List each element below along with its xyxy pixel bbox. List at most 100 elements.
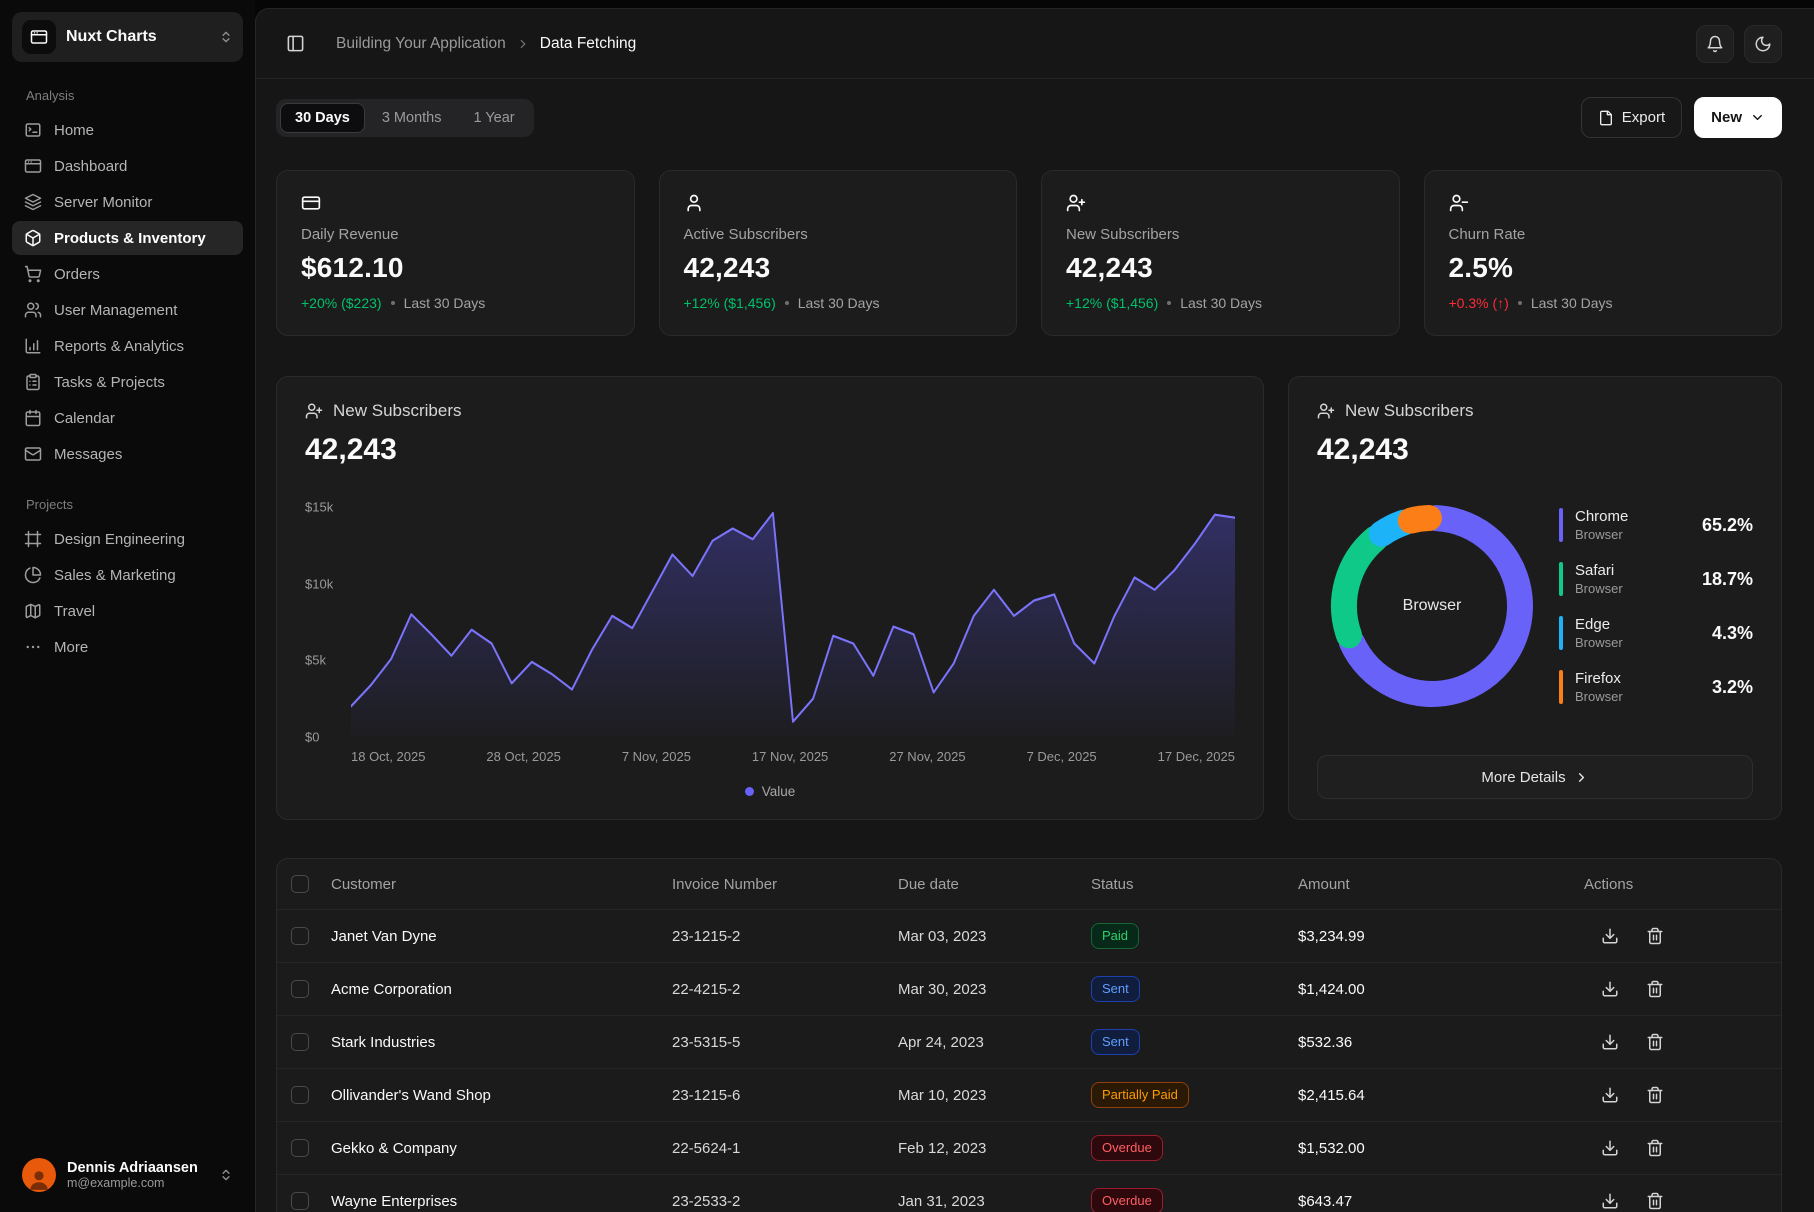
stat-period: Last 30 Days <box>1180 295 1262 311</box>
amount-cell: $1,532.00 <box>1298 1140 1584 1157</box>
customer-cell: Ollivander's Wand Shop <box>331 1087 672 1104</box>
range-tab-3-months[interactable]: 3 Months <box>367 103 457 133</box>
legend-item-edge: EdgeBrowser 4.3% <box>1559 616 1753 650</box>
column-header-due-date: Due date <box>898 876 1091 893</box>
invoices-table: Customer Invoice Number Due date Status … <box>276 858 1782 1212</box>
row-checkbox[interactable] <box>291 1192 309 1210</box>
mail-icon <box>24 445 42 463</box>
file-icon <box>1598 110 1614 126</box>
stat-card-active-subscribers: Active Subscribers 42,243 +12% ($1,456) … <box>659 170 1018 336</box>
section-label-analysis: Analysis <box>26 88 229 103</box>
delete-button[interactable] <box>1646 1192 1664 1210</box>
download-button[interactable] <box>1601 927 1619 945</box>
legend-sub: Browser <box>1575 527 1628 542</box>
download-button[interactable] <box>1601 1086 1619 1104</box>
more-details-button[interactable]: More Details <box>1317 755 1753 799</box>
row-checkbox[interactable] <box>291 927 309 945</box>
moon-icon <box>1754 35 1772 53</box>
breadcrumb-parent[interactable]: Building Your Application <box>336 35 506 53</box>
sidebar-item-home[interactable]: Home <box>12 113 243 147</box>
delete-button[interactable] <box>1646 927 1664 945</box>
delete-button[interactable] <box>1646 1139 1664 1157</box>
user-menu[interactable]: Dennis Adriaansen m@example.com <box>12 1150 243 1200</box>
row-checkbox[interactable] <box>291 1139 309 1157</box>
download-button[interactable] <box>1601 1139 1619 1157</box>
sidebar-item-travel[interactable]: Travel <box>12 594 243 628</box>
sidebar-item-orders[interactable]: Orders <box>12 257 243 291</box>
legend-item-chrome: ChromeBrowser 65.2% <box>1559 508 1753 542</box>
sidebar-item-reports-analytics[interactable]: Reports & Analytics <box>12 329 243 363</box>
sidebar-item-server-monitor[interactable]: Server Monitor <box>12 185 243 219</box>
column-header-customer: Customer <box>331 876 672 893</box>
sidebar-item-messages[interactable]: Messages <box>12 437 243 471</box>
line-chart-plot: $15k$10k$5k$0 <box>305 507 1235 737</box>
legend-label: Value <box>762 784 796 799</box>
sidebar-toggle-button[interactable] <box>276 25 314 63</box>
dot-separator <box>1518 301 1522 305</box>
sidebar-item-dashboard[interactable]: Dashboard <box>12 149 243 183</box>
legend-pct: 4.3% <box>1712 623 1753 644</box>
new-button[interactable]: New <box>1694 97 1782 138</box>
sidebar-item-label: Tasks & Projects <box>54 374 165 391</box>
delete-button[interactable] <box>1646 980 1664 998</box>
notifications-button[interactable] <box>1696 25 1734 63</box>
user-plus-icon <box>1317 402 1335 420</box>
range-tab-1-year[interactable]: 1 Year <box>458 103 529 133</box>
stat-delta: +12% ($1,456) <box>1066 295 1158 311</box>
amount-cell: $643.47 <box>1298 1193 1584 1210</box>
pie-chart-icon <box>24 566 42 584</box>
invoice-cell: 23-1215-2 <box>672 928 898 945</box>
range-tab-30-days[interactable]: 30 Days <box>280 103 365 133</box>
user-meta: Dennis Adriaansen m@example.com <box>67 1160 208 1190</box>
select-all-checkbox[interactable] <box>291 875 309 893</box>
customer-cell: Gekko & Company <box>331 1140 672 1157</box>
chevrons-up-down-icon <box>219 30 233 44</box>
dot-separator <box>391 301 395 305</box>
sidebar-item-sales-marketing[interactable]: Sales & Marketing <box>12 558 243 592</box>
row-checkbox[interactable] <box>291 1086 309 1104</box>
table-row: Acme Corporation 22-4215-2 Mar 30, 2023 … <box>277 962 1781 1015</box>
charts-row: New Subscribers 42,243 $15k$10k$5k$0 <box>276 376 1782 820</box>
customer-cell: Stark Industries <box>331 1034 672 1051</box>
user-icon <box>684 193 993 213</box>
stat-cards: Daily Revenue $612.10 +20% ($223) Last 3… <box>276 170 1782 336</box>
row-checkbox[interactable] <box>291 980 309 998</box>
shopping-cart-icon <box>24 265 42 283</box>
export-button[interactable]: Export <box>1581 97 1682 138</box>
theme-toggle-button[interactable] <box>1744 25 1782 63</box>
sidebar-item-products-inventory[interactable]: Products & Inventory <box>12 221 243 255</box>
table-header-row: Customer Invoice Number Due date Status … <box>277 859 1781 909</box>
donut-swatch <box>1559 508 1563 542</box>
workspace-switcher[interactable]: Nuxt Charts <box>12 12 243 62</box>
sidebar-item-label: Server Monitor <box>54 194 152 211</box>
legend-name: Edge <box>1575 616 1623 635</box>
table-row: Stark Industries 23-5315-5 Apr 24, 2023 … <box>277 1015 1781 1068</box>
chevrons-up-down-icon <box>219 1168 233 1182</box>
column-header-invoice: Invoice Number <box>672 876 898 893</box>
stat-value: 42,243 <box>1066 252 1375 284</box>
invoice-cell: 23-1215-6 <box>672 1087 898 1104</box>
due-date-cell: Apr 24, 2023 <box>898 1034 1091 1051</box>
sidebar-item-design-engineering[interactable]: Design Engineering <box>12 522 243 556</box>
delete-button[interactable] <box>1646 1086 1664 1104</box>
table-row: Wayne Enterprises 23-2533-2 Jan 31, 2023… <box>277 1174 1781 1212</box>
stat-value: 42,243 <box>684 252 993 284</box>
toolbar: 30 Days 3 Months 1 Year Export New <box>276 97 1782 138</box>
export-label: Export <box>1622 109 1665 126</box>
stat-label: Active Subscribers <box>684 226 993 243</box>
download-button[interactable] <box>1601 1033 1619 1051</box>
download-button[interactable] <box>1601 1192 1619 1210</box>
legend-name: Safari <box>1575 562 1623 581</box>
row-checkbox[interactable] <box>291 1033 309 1051</box>
delete-button[interactable] <box>1646 1033 1664 1051</box>
user-minus-icon <box>1449 193 1758 213</box>
amount-cell: $1,424.00 <box>1298 981 1584 998</box>
sidebar-item-more[interactable]: More <box>12 630 243 664</box>
calendar-icon <box>24 409 42 427</box>
main-panel: Building Your Application Data Fetching <box>255 8 1814 1212</box>
chevron-right-icon <box>1574 770 1589 785</box>
sidebar-item-tasks-projects[interactable]: Tasks & Projects <box>12 365 243 399</box>
sidebar-item-calendar[interactable]: Calendar <box>12 401 243 435</box>
sidebar-item-user-management[interactable]: User Management <box>12 293 243 327</box>
download-button[interactable] <box>1601 980 1619 998</box>
